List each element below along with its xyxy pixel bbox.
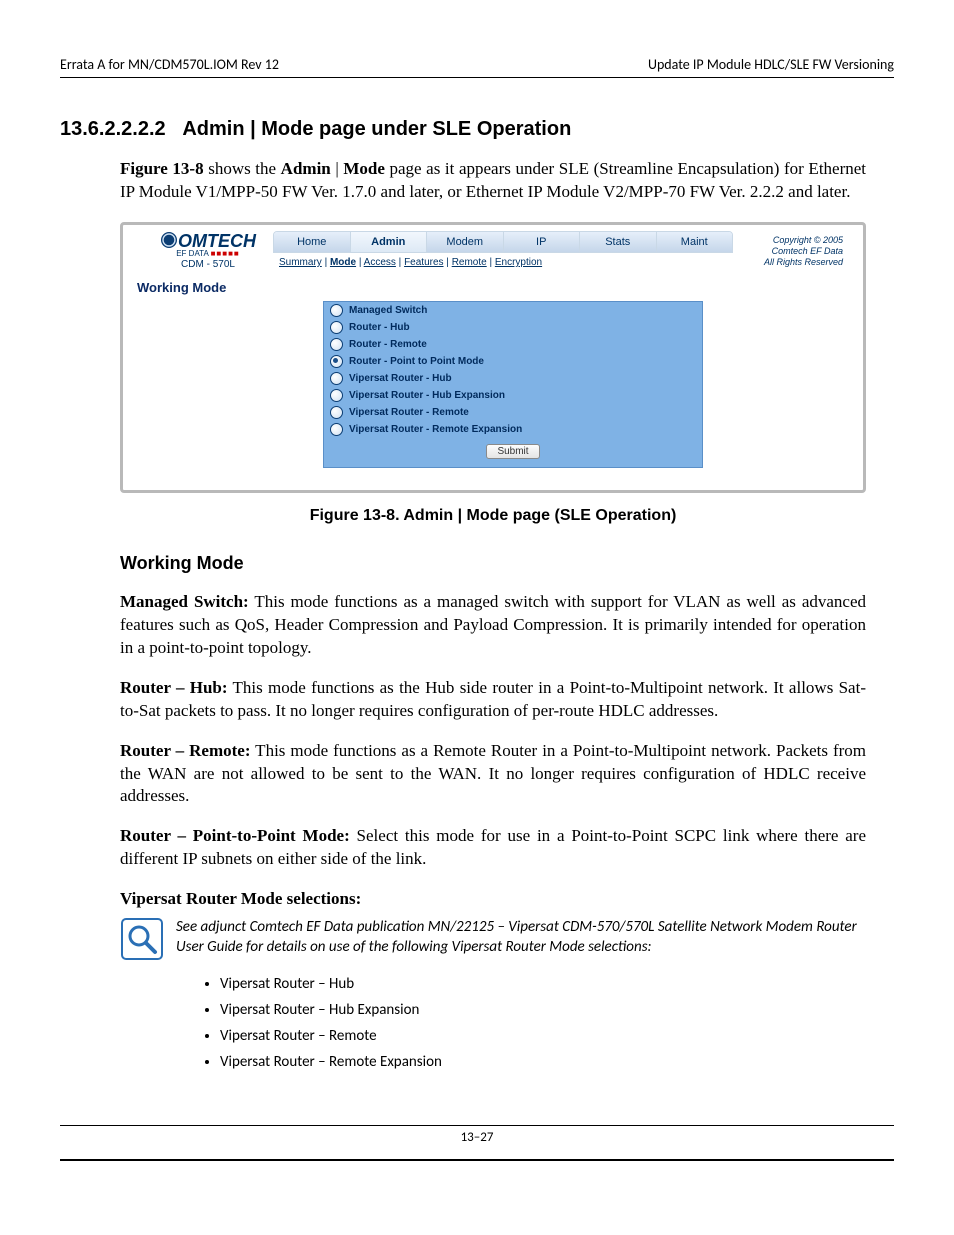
radio-icon (330, 406, 343, 419)
sub-tab-bar: Summary | Mode | Access | Features | Rem… (273, 253, 733, 272)
list-item: Vipersat Router – Hub Expansion (220, 997, 866, 1023)
submit-button[interactable]: Submit (486, 444, 539, 459)
working-mode-panel: Managed Switch Router - Hub Router - Rem… (323, 301, 703, 468)
radio-icon (330, 304, 343, 317)
subtab-summary[interactable]: Summary (279, 257, 322, 268)
tab-home[interactable]: Home (274, 232, 351, 252)
header-right: Update IP Module HDLC/SLE FW Versioning (648, 56, 894, 73)
header-rule (60, 77, 894, 78)
note-text: See adjunct Comtech EF Data publication … (176, 917, 866, 958)
subtab-features[interactable]: Features (404, 257, 443, 268)
radio-icon (330, 423, 343, 436)
admin-mode-screenshot: OMTECH EF DATA ■■■■■ CDM - 570L Home Adm… (120, 222, 866, 493)
option-vipersat-hub-exp[interactable]: Vipersat Router - Hub Expansion (324, 387, 702, 404)
subtab-encryption[interactable]: Encryption (495, 257, 542, 268)
main-tab-bar: Home Admin Modem IP Stats Maint (273, 231, 733, 253)
tab-stats[interactable]: Stats (580, 232, 657, 252)
option-vipersat-remote[interactable]: Vipersat Router - Remote (324, 404, 702, 421)
radio-icon (330, 355, 343, 368)
figure-caption: Figure 13-8. Admin | Mode page (SLE Oper… (120, 507, 866, 525)
panel-section-label: Working Mode (123, 272, 863, 301)
figure-intro: Figure 13-8 shows the Admin | Mode page … (120, 158, 866, 204)
mode-desc-router-p2p: Router – Point-to-Point Mode: Select thi… (120, 825, 866, 871)
section-heading: 13.6.2.2.2.2 Admin | Mode page under SLE… (60, 118, 894, 141)
vipersat-heading: Vipersat Router Mode selections: (120, 888, 866, 911)
option-router-p2p[interactable]: Router - Point to Point Mode (324, 353, 702, 370)
note-block: See adjunct Comtech EF Data publication … (120, 917, 866, 961)
page-header: Errata A for MN/CDM570L.IOM Rev 12 Updat… (60, 56, 894, 73)
mode-desc-router-remote: Router – Remote: This mode functions as … (120, 740, 866, 809)
working-mode-heading: Working Mode (120, 553, 866, 574)
vipersat-list: Vipersat Router – Hub Vipersat Router – … (120, 971, 866, 1075)
tab-modem[interactable]: Modem (427, 232, 504, 252)
option-router-remote[interactable]: Router - Remote (324, 336, 702, 353)
header-left: Errata A for MN/CDM570L.IOM Rev 12 (60, 56, 279, 73)
option-router-hub[interactable]: Router - Hub (324, 319, 702, 336)
radio-icon (330, 372, 343, 385)
option-managed-switch[interactable]: Managed Switch (324, 302, 702, 319)
mode-desc-router-hub: Router – Hub: This mode functions as the… (120, 677, 866, 723)
subtab-remote[interactable]: Remote (452, 257, 487, 268)
subtab-mode[interactable]: Mode (330, 257, 356, 268)
list-item: Vipersat Router – Hub (220, 971, 866, 997)
page-number: 13–27 (60, 1126, 894, 1149)
subtab-access[interactable]: Access (364, 257, 396, 268)
radio-icon (330, 389, 343, 402)
page-footer: 13–27 (60, 1125, 894, 1161)
radio-icon (330, 321, 343, 334)
tab-ip[interactable]: IP (504, 232, 581, 252)
tab-admin[interactable]: Admin (351, 232, 428, 252)
mode-desc-managed-switch: Managed Switch: This mode functions as a… (120, 591, 866, 660)
tab-maint[interactable]: Maint (657, 232, 733, 252)
copyright-block: Copyright © 2005 Comtech EF Data All Rig… (733, 231, 843, 269)
list-item: Vipersat Router – Remote (220, 1023, 866, 1049)
option-vipersat-hub[interactable]: Vipersat Router - Hub (324, 370, 702, 387)
brand-logo: OMTECH EF DATA ■■■■■ CDM - 570L (143, 231, 273, 270)
magnifier-icon (120, 917, 164, 961)
list-item: Vipersat Router – Remote Expansion (220, 1049, 866, 1075)
radio-icon (330, 338, 343, 351)
option-vipersat-remote-exp[interactable]: Vipersat Router - Remote Expansion (324, 421, 702, 438)
